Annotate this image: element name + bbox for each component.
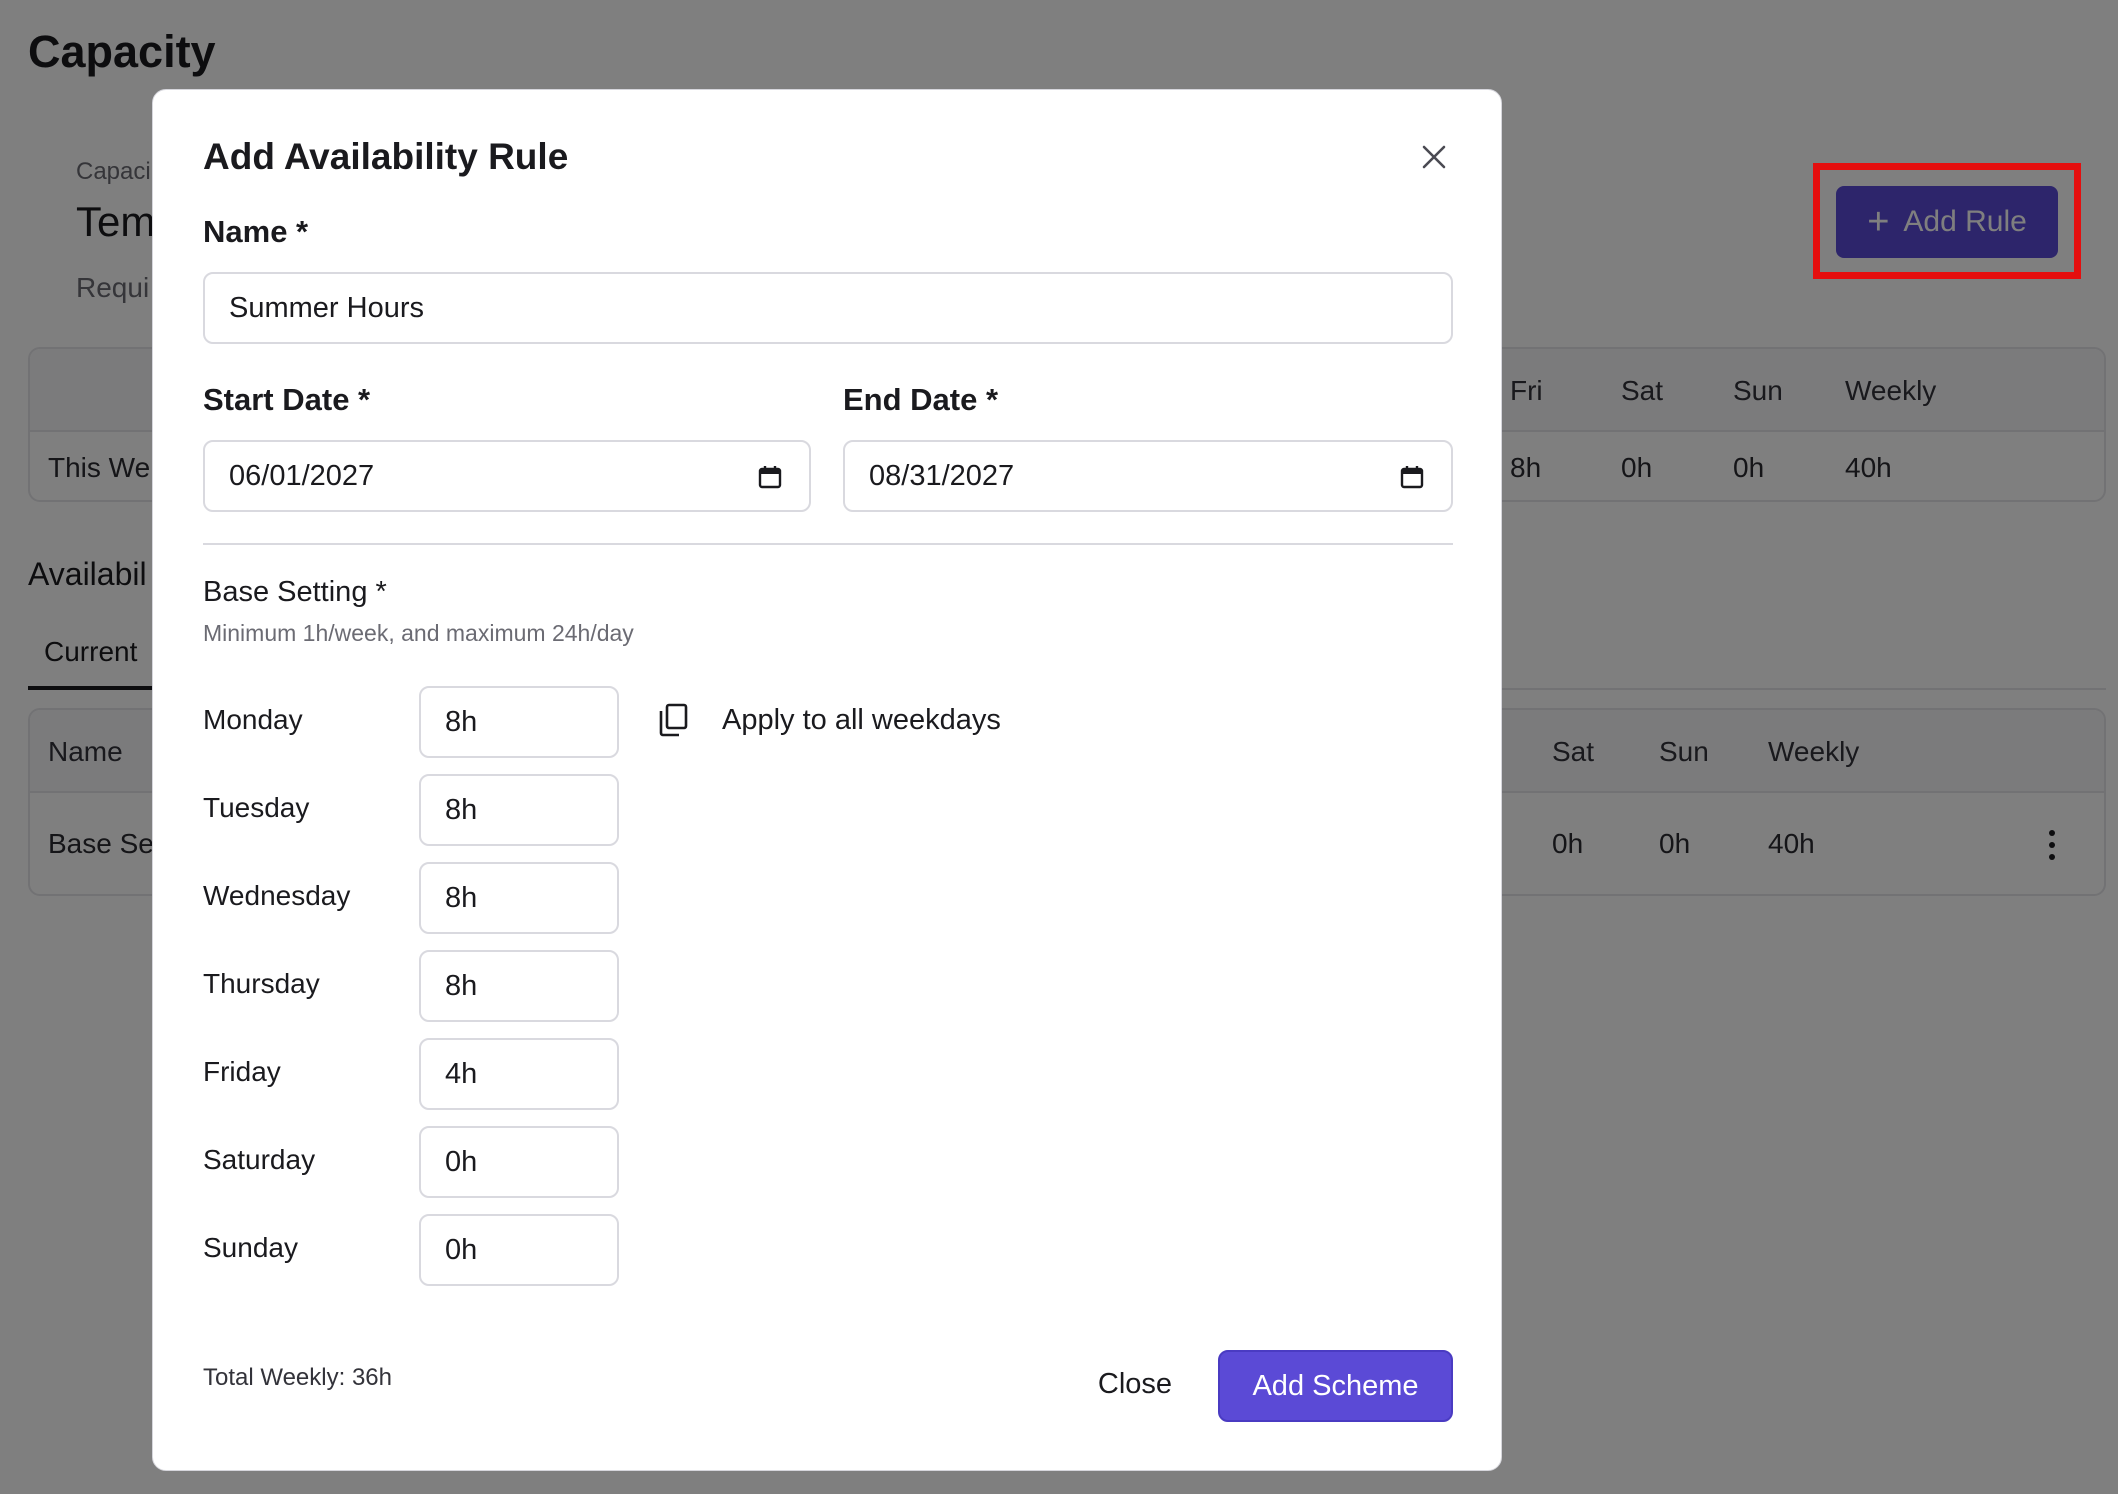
monday-hours-value: 8h — [445, 705, 478, 738]
day-label-sunday: Sunday — [203, 1232, 298, 1263]
add-availability-rule-dialog: Add Availability Rule Name * Summer Hour… — [152, 89, 1502, 1471]
end-date-label: End Date * — [843, 382, 999, 417]
friday-hours-input[interactable]: 4h — [419, 1038, 619, 1110]
base-setting-title: Base Setting * — [203, 576, 387, 608]
total-weekly: Total Weekly: 36h — [203, 1364, 392, 1391]
section-divider — [203, 543, 1453, 545]
wednesday-hours-value: 8h — [445, 881, 478, 914]
add-scheme-button[interactable]: Add Scheme — [1218, 1350, 1453, 1422]
start-date-value: 06/01/2027 — [229, 459, 375, 492]
day-label-wednesday: Wednesday — [203, 880, 351, 911]
day-label-monday: Monday — [203, 704, 303, 735]
day-label-thursday: Thursday — [203, 968, 320, 999]
day-label-tuesday: Tuesday — [203, 792, 310, 823]
start-date-label: Start Date * — [203, 382, 371, 417]
thursday-hours-value: 8h — [445, 969, 478, 1002]
sunday-hours-value: 0h — [445, 1233, 478, 1266]
tuesday-hours-value: 8h — [445, 793, 478, 826]
calendar-icon[interactable] — [757, 464, 783, 490]
name-input[interactable]: Summer Hours — [203, 272, 1453, 344]
copy-icon — [659, 703, 688, 737]
day-label-saturday: Saturday — [203, 1144, 316, 1175]
monday-hours-input[interactable]: 8h — [419, 686, 619, 758]
close-button[interactable]: Close — [1065, 1350, 1205, 1418]
end-date-input[interactable]: 08/31/2027 — [843, 440, 1453, 512]
annotation-highlight — [1813, 163, 2081, 279]
base-setting-hint: Minimum 1h/week, and maximum 24h/day — [203, 620, 634, 646]
start-date-input[interactable]: 06/01/2027 — [203, 440, 811, 512]
dialog-title: Add Availability Rule — [203, 136, 569, 177]
name-label: Name * — [203, 214, 309, 249]
apply-to-all-weekdays-button[interactable]: Apply to all weekdays — [658, 690, 1001, 750]
day-label-friday: Friday — [203, 1056, 281, 1087]
sunday-hours-input[interactable]: 0h — [419, 1214, 619, 1286]
close-icon[interactable] — [1413, 136, 1455, 178]
saturday-hours-value: 0h — [445, 1145, 478, 1178]
calendar-icon[interactable] — [1399, 464, 1425, 490]
friday-hours-value: 4h — [445, 1057, 478, 1090]
tuesday-hours-input[interactable]: 8h — [419, 774, 619, 846]
apply-to-all-label: Apply to all weekdays — [722, 703, 1001, 736]
name-input-value: Summer Hours — [229, 291, 424, 324]
thursday-hours-input[interactable]: 8h — [419, 950, 619, 1022]
saturday-hours-input[interactable]: 0h — [419, 1126, 619, 1198]
end-date-value: 08/31/2027 — [869, 459, 1015, 492]
wednesday-hours-input[interactable]: 8h — [419, 862, 619, 934]
